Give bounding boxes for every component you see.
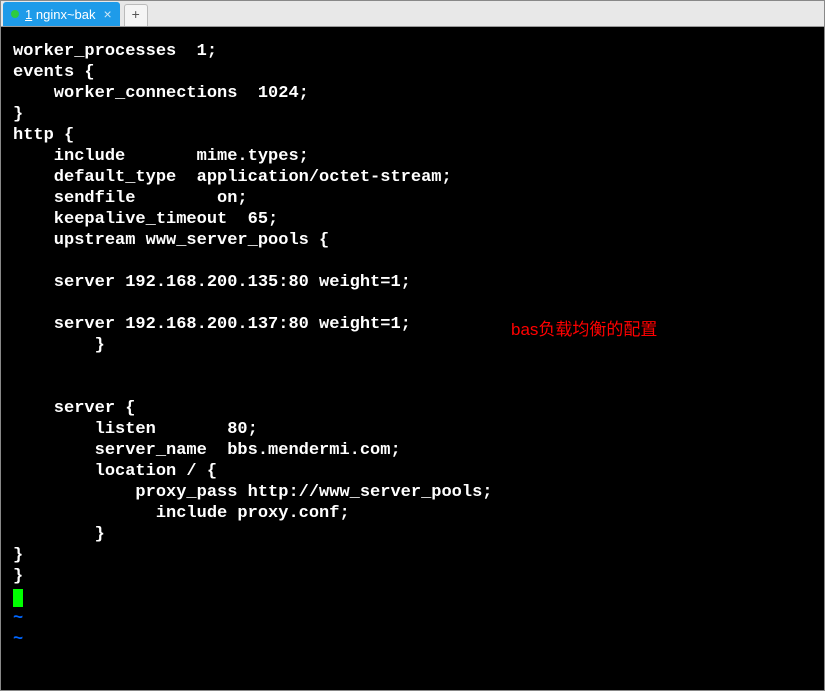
tab-bar: 1 nginx~bak × + xyxy=(1,1,824,27)
annotation-label: bas负载均衡的配置 xyxy=(511,319,657,340)
editor-window: 1 nginx~bak × + worker_processes 1; even… xyxy=(0,0,825,691)
cursor-icon xyxy=(13,589,23,607)
tab-active[interactable]: 1 nginx~bak × xyxy=(3,2,120,26)
terminal-view[interactable]: worker_processes 1; events { worker_conn… xyxy=(1,27,824,690)
file-content: worker_processes 1; events { worker_conn… xyxy=(13,41,812,587)
tab-label: 1 nginx~bak xyxy=(25,7,96,22)
empty-lines: ~ ~ xyxy=(13,608,812,650)
close-icon[interactable]: × xyxy=(104,7,112,21)
connection-indicator-icon xyxy=(11,10,19,18)
new-tab-button[interactable]: + xyxy=(124,4,148,26)
